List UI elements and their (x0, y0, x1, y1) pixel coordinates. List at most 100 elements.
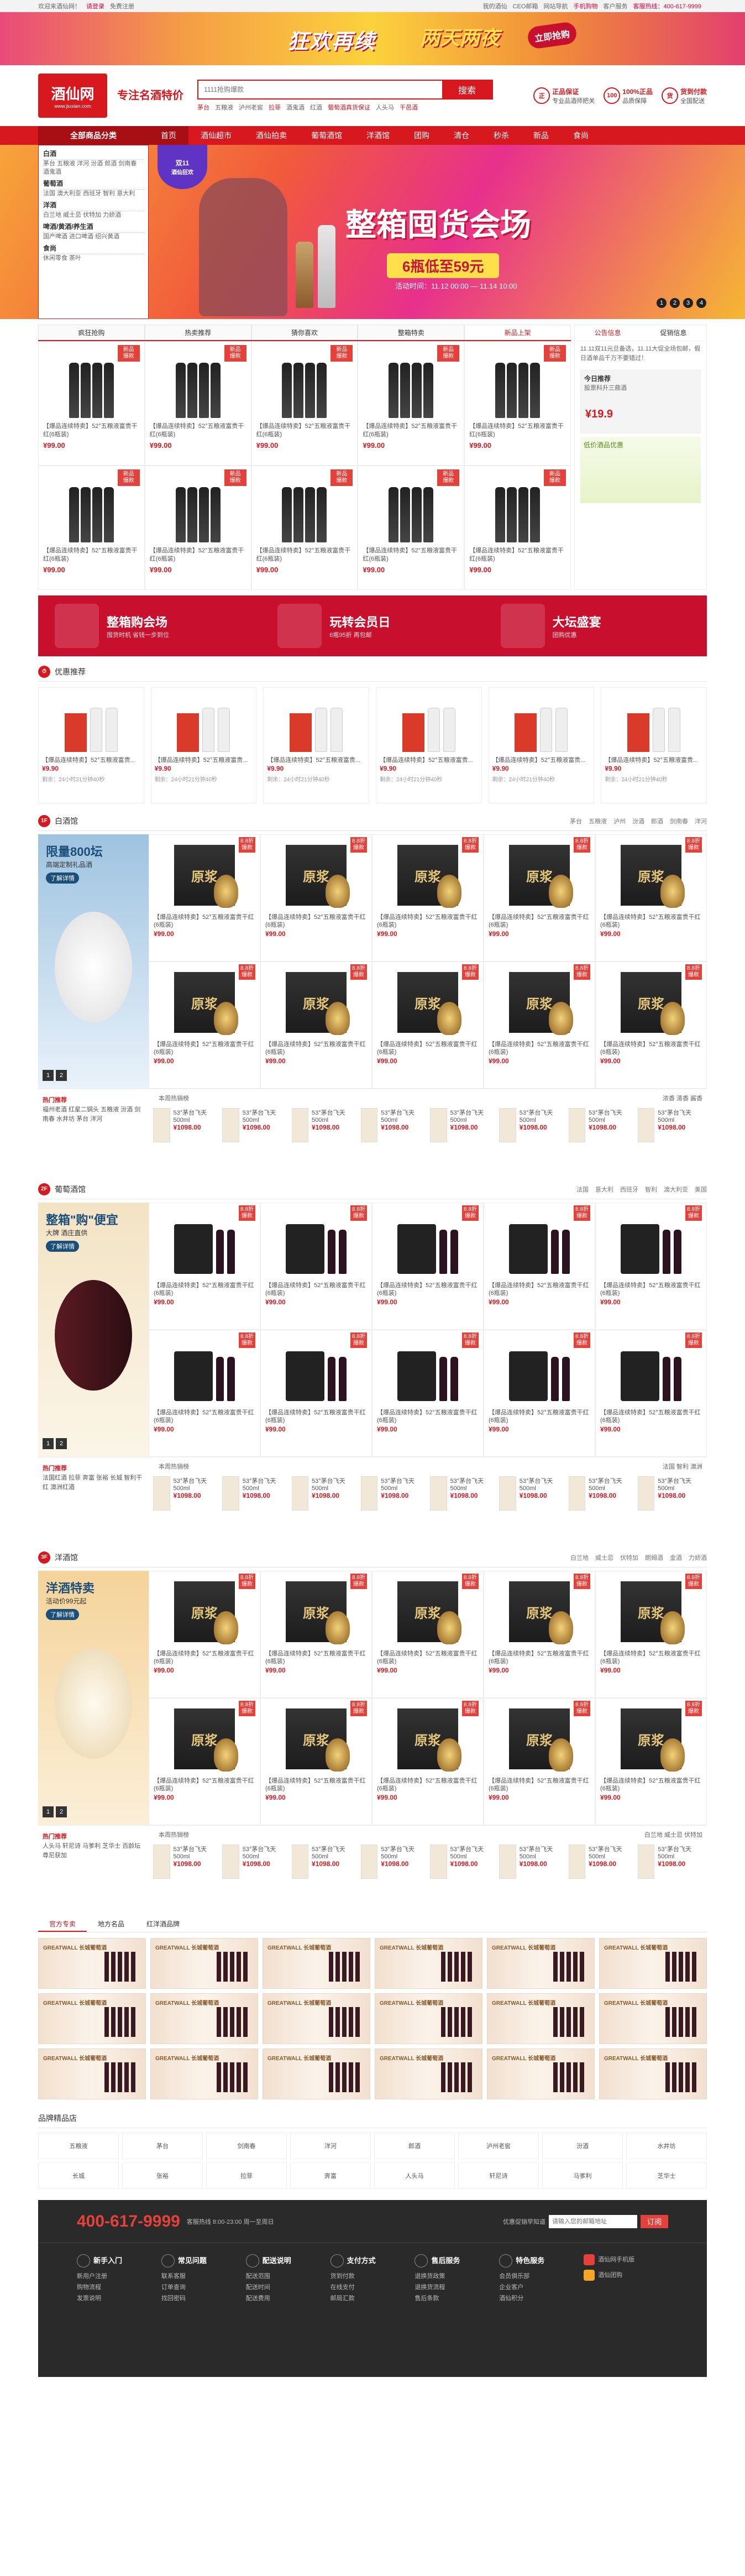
floor-link[interactable]: 力娇酒 (689, 1555, 707, 1561)
product-name[interactable]: 【爆品连续特卖】52°五粮液富贵干红(6瓶装) (377, 1650, 479, 1665)
pager-button[interactable]: 2 (56, 1806, 67, 1817)
product-name[interactable]: 【爆品连续特卖】52°五粮液富贵干红(6瓶装) (489, 1041, 590, 1056)
product-card[interactable]: 原浆 8.8折 爆款 【爆品连续特卖】52°五粮液富贵干红(6瓶装) ¥99.00 (595, 962, 707, 1089)
product-card[interactable]: 8.8折 爆款 【爆品连续特卖】52°五粮液富贵干红(6瓶装) ¥99.00 (260, 1330, 372, 1457)
product-card[interactable]: 原浆 8.8折 爆款 【爆品连续特卖】52°五粮液富贵干红(6瓶装) ¥99.00 (260, 1571, 372, 1698)
product-name[interactable]: 【爆品连续特卖】52°五粮液富贵干红(6瓶装) (150, 547, 246, 563)
login-link[interactable]: 请登录 (86, 3, 104, 10)
tab[interactable]: 公告信息 (575, 325, 641, 341)
floor-link[interactable]: 白兰地 (570, 1555, 589, 1561)
pager-dot[interactable]: 3 (683, 298, 693, 308)
pager-dot[interactable]: 4 (696, 298, 706, 308)
promo-banner[interactable]: 狂欢再续 两天两夜 立即抢购 (0, 12, 745, 65)
footer-link[interactable]: 发票说明 (77, 2293, 161, 2304)
footer-link[interactable]: 购物流程 (77, 2282, 161, 2293)
product-name[interactable]: 【爆品连续特卖】52°五粮液富贵干红(6瓶装) (489, 1650, 590, 1665)
nav-item[interactable]: 食尚 (561, 126, 601, 145)
product-card[interactable]: 新品 爆款 【爆品连续特卖】52°五粮液富贵干红(6瓶装) ¥99.00 (464, 466, 571, 590)
topbar-link[interactable]: 我的酒仙 (483, 3, 507, 10)
product-name[interactable]: 【爆品连续特卖】52°五粮液富贵干红(6瓶装) (469, 547, 566, 563)
ranking-item[interactable]: 53°茅台飞天500ml ¥1098.00 (568, 1108, 633, 1142)
brand-banner[interactable]: GREATWALL 长城葡萄酒 (263, 1993, 370, 2044)
product-name[interactable]: 【爆品连续特卖】52°五粮液富贵干红(6瓶装) (154, 1041, 255, 1056)
brand-banner[interactable]: GREATWALL 长城葡萄酒 (150, 1938, 258, 1989)
product-card[interactable]: 原浆 8.8折 爆款 【爆品连续特卖】52°五粮液富贵干红(6瓶装) ¥99.00 (595, 1698, 707, 1825)
product-card[interactable]: 新品 爆款 【爆品连续特卖】52°五粮液富贵干红(6瓶装) ¥99.00 (38, 466, 145, 590)
pager-button[interactable]: 1 (43, 1070, 54, 1081)
footer-link[interactable]: 在线支付 (330, 2282, 415, 2293)
keywords-list[interactable]: 福州老酒 红星二锅头 五粮液 汾酒 剑南春 水井坊 茅台 洋河 (43, 1105, 144, 1124)
product-card[interactable]: 原浆 8.8折 爆款 【爆品连续特卖】52°五粮液富贵干红(6瓶装) ¥99.00 (484, 1698, 595, 1825)
footer-link[interactable]: 会员俱乐部 (499, 2271, 584, 2282)
footer-link[interactable]: 货到付款 (330, 2271, 415, 2282)
product-name[interactable]: 【爆品连续特卖】52°五粮液富贵干红(6瓶装) (377, 913, 479, 929)
nav-item[interactable]: 秒杀 (481, 126, 521, 145)
deal-card[interactable]: 【爆品连续特卖】52°五粮液富贵... ¥9.90 剩余：24小时21分钟40秒 (376, 687, 482, 803)
product-name[interactable]: 【爆品连续特卖】52°五粮液富贵干红(6瓶装) (265, 1650, 367, 1665)
product-name[interactable]: 【爆品连续特卖】52°五粮液富贵干红(6瓶装) (265, 1282, 367, 1297)
brand-banner[interactable]: GREATWALL 长城葡萄酒 (375, 1993, 482, 2044)
tab[interactable]: 新品上架 (464, 325, 571, 340)
product-card[interactable]: 新品 爆款 【爆品连续特卖】52°五粮液富贵干红(6瓶装) ¥99.00 (144, 466, 251, 590)
brand-store-link[interactable]: 奔富 (290, 2162, 371, 2189)
search-button[interactable]: 搜索 (442, 81, 492, 98)
product-name[interactable]: 【爆品连续特卖】52°五粮液富贵... (42, 756, 140, 765)
brand-banner[interactable]: GREATWALL 长城葡萄酒 (263, 1938, 370, 1989)
product-card[interactable]: 8.8折 爆款 【爆品连续特卖】52°五粮液富贵干红(6瓶装) ¥99.00 (484, 1203, 595, 1330)
nav-item[interactable]: 葡萄酒馆 (299, 126, 354, 145)
category-group[interactable]: 洋酒 白兰地 威士忌 伏特加 力娇酒 (43, 200, 144, 220)
promo-ad[interactable]: 低价酒品优惠 (580, 437, 701, 503)
product-name[interactable]: 【爆品连续特卖】52°五粮液富贵干红(6瓶装) (377, 1041, 479, 1056)
floor-link[interactable]: 智利 (645, 1187, 657, 1193)
nav-item[interactable]: 清仓 (442, 126, 481, 145)
notice-text[interactable]: 11.11双11元旦备选，11.11大促全场包邮，假日酒单品千万不要错过！ (575, 341, 706, 367)
nav-item[interactable]: 酒仙超市 (188, 126, 244, 145)
brand-banner[interactable]: GREATWALL 长城葡萄酒 (599, 1993, 707, 2044)
footer-link[interactable]: 新用户注册 (77, 2271, 161, 2282)
product-name[interactable]: 【爆品连续特卖】52°五粮液富贵... (380, 756, 478, 765)
subscribe-button[interactable]: 订阅 (641, 2214, 668, 2228)
product-name[interactable]: 【爆品连续特卖】52°五粮液富贵干红(6瓶装) (154, 1650, 255, 1665)
ranking-item[interactable]: 53°茅台飞天500ml ¥1098.00 (153, 1476, 218, 1511)
brand-store-link[interactable]: 郎酒 (374, 2133, 455, 2159)
app-link[interactable]: 酒仙团购 (584, 2270, 668, 2281)
product-name[interactable]: 【爆品连续特卖】52°五粮液富贵干红(6瓶装) (489, 1777, 590, 1793)
product-name[interactable]: 【爆品连续特卖】52°五粮液富贵干红(6瓶装) (43, 422, 140, 439)
product-name[interactable]: 【爆品连续特卖】52°五粮液富贵干红(6瓶装) (43, 547, 140, 563)
brand-store-link[interactable]: 泸州老窖 (458, 2133, 539, 2159)
ranking-item[interactable]: 53°茅台飞天500ml ¥1098.00 (430, 1845, 495, 1879)
brand-store-link[interactable]: 拉菲 (206, 2162, 287, 2189)
product-name[interactable]: 【爆品连续特卖】52°五粮液富贵... (605, 756, 703, 765)
ranking-item[interactable]: 53°茅台飞天500ml ¥1098.00 (430, 1476, 495, 1511)
footer-link[interactable]: 配送范围 (246, 2271, 330, 2282)
product-name[interactable]: 【爆品连续特卖】52°五粮液富贵干红(6瓶装) (154, 1282, 255, 1297)
product-card[interactable]: 原浆 8.8折 爆款 【爆品连续特卖】52°五粮液富贵干红(6瓶装) ¥99.00 (372, 1698, 484, 1825)
footer-link[interactable]: 配送费用 (246, 2293, 330, 2304)
product-name[interactable]: 【爆品连续特卖】52°五粮液富贵干红(6瓶装) (154, 1409, 255, 1424)
ranking-item[interactable]: 53°茅台飞天500ml ¥1098.00 (637, 1476, 702, 1511)
ranking-item[interactable]: 53°茅台飞天500ml ¥1098.00 (222, 1845, 287, 1879)
product-card[interactable]: 原浆 8.8折 爆款 【爆品连续特卖】52°五粮液富贵干红(6瓶装) ¥99.00 (595, 834, 707, 962)
product-card[interactable]: 新品 爆款 【爆品连续特卖】52°五粮液富贵干红(6瓶装) ¥99.00 (358, 466, 465, 590)
brand-banner[interactable]: GREATWALL 长城葡萄酒 (487, 1938, 595, 1989)
keywords-list[interactable]: 法国红酒 拉菲 奔富 张裕 长城 智利干红 澳洲红酒 (43, 1474, 144, 1492)
brand-banner[interactable]: GREATWALL 长城葡萄酒 (487, 1993, 595, 2044)
floor-link[interactable]: 茅台 (570, 818, 582, 825)
poster-button[interactable]: 了解详情 (46, 872, 79, 884)
ranking-item[interactable]: 53°茅台飞天500ml ¥1098.00 (291, 1845, 356, 1879)
brand-store-link[interactable]: 芝华士 (626, 2162, 707, 2189)
product-card[interactable]: 原浆 8.8折 爆款 【爆品连续特卖】52°五粮液富贵干红(6瓶装) ¥99.00 (149, 834, 260, 962)
product-name[interactable]: 【爆品连续特卖】52°五粮液富贵干红(6瓶装) (154, 1777, 255, 1793)
hero-slider[interactable]: 白酒 茅台 五粮液 洋河 汾酒 郎酒 剑南春 酒鬼酒 葡萄酒 法国 澳大利亚 西班牙… (0, 145, 745, 319)
keywords-list[interactable]: 人头马 轩尼诗 马爹利 芝华士 百龄坛 尊尼获加 (43, 1842, 144, 1861)
today-recommend[interactable]: 今日推荐 股票科升三鼎酒 ¥19.9 (580, 370, 701, 433)
ranking-item[interactable]: 53°茅台飞天500ml ¥1098.00 (637, 1108, 702, 1142)
product-name[interactable]: 【爆品连续特卖】52°五粮液富贵干红(6瓶装) (600, 1282, 702, 1297)
product-name[interactable]: 【爆品连续特卖】52°五粮液富贵干红(6瓶装) (256, 422, 353, 439)
register-link[interactable]: 免费注册 (110, 3, 134, 10)
product-name[interactable]: 【爆品连续特卖】52°五粮液富贵干红(6瓶装) (265, 1409, 367, 1424)
deal-card[interactable]: 【爆品连续特卖】52°五粮液富贵... ¥9.90 剩余：24小时21分钟40秒 (150, 687, 257, 803)
product-name[interactable]: 【爆品连续特卖】52°五粮液富贵干红(6瓶装) (265, 1777, 367, 1793)
floor-link[interactable]: 汾酒 (632, 818, 644, 825)
brand-store-link[interactable]: 轩尼诗 (458, 2162, 539, 2189)
